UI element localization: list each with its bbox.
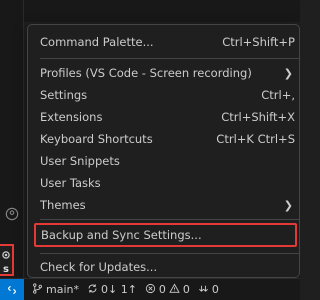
sync-counts: 0↓ 1↑ [100,283,137,296]
menu-separator [40,219,299,220]
menu-item-shortcut: Ctrl+Shift+P [222,35,295,49]
menu-item-shortcut: Ctrl+, [261,88,295,102]
menu-item-label: User Tasks [40,176,101,190]
chevron-right-icon: ❯ [283,66,293,80]
menu-item-extensions[interactable]: Extensions Ctrl+Shift+X [32,106,299,128]
sync-icon [87,283,98,297]
sync-status[interactable]: 0↓ 1↑ [87,283,137,297]
menu-separator [40,253,299,254]
menu-item-label: User Snippets [40,154,120,168]
menu-item-shortcut: Ctrl+K Ctrl+S [216,132,295,146]
menu-item-user-snippets[interactable]: User Snippets [32,150,299,172]
menu-item-label: Themes [40,198,86,212]
menu-item-label: Command Palette... [40,35,154,49]
menu-item-profiles[interactable]: Profiles (VS Code - Screen recording) ❯ [32,62,299,84]
ports-status[interactable]: 0 [198,283,219,297]
manage-button[interactable]: s [0,244,14,276]
accounts-icon[interactable] [4,206,20,222]
vscode-window: s Command Palette... Ctrl+Shift+P Profil… [0,0,300,300]
menu-item-label: Settings [40,88,88,102]
menu-item-settings[interactable]: Settings Ctrl+, [32,84,299,106]
menu-item-check-updates[interactable]: Check for Updates... [32,256,299,278]
menu-separator [40,58,299,59]
warning-icon [169,282,180,297]
branch-name: main* [46,283,79,296]
status-bar: main* 0↓ 1↑ 0 0 0 [0,278,300,300]
manage-badge: s [3,264,9,275]
menu-item-label: Profiles (VS Code - Screen recording) [40,66,252,80]
menu-item-user-tasks[interactable]: User Tasks [32,172,299,194]
problems-status[interactable]: 0 0 [145,282,190,297]
chevron-right-icon: ❯ [283,198,293,212]
error-icon [145,283,156,297]
gear-icon [1,245,11,264]
activity-bar [0,0,24,278]
menu-item-keyboard-shortcuts[interactable]: Keyboard Shortcuts Ctrl+K Ctrl+S [32,128,299,150]
branch-status[interactable]: main* [32,282,79,297]
ports-icon [198,283,209,297]
menu-item-shortcut: Ctrl+Shift+X [221,110,295,124]
menu-item-themes[interactable]: Themes ❯ [32,194,299,216]
menu-item-command-palette[interactable]: Command Palette... Ctrl+Shift+P [32,31,299,53]
menu-item-label: Keyboard Shortcuts [40,132,153,146]
menu-item-label: Extensions [40,110,103,124]
menu-item-backup-sync-settings[interactable]: Backup and Sync Settings... [34,223,297,247]
title-strip [24,0,300,22]
warning-count: 0 [182,283,190,296]
error-count: 0 [158,283,166,296]
menu-item-label: Backup and Sync Settings... [41,228,202,242]
ports-count: 0 [211,283,219,296]
manage-context-menu: Command Palette... Ctrl+Shift+P Profiles… [27,24,300,278]
git-branch-icon [32,282,43,297]
remote-icon[interactable] [0,279,24,300]
menu-item-label: Check for Updates... [40,260,158,274]
